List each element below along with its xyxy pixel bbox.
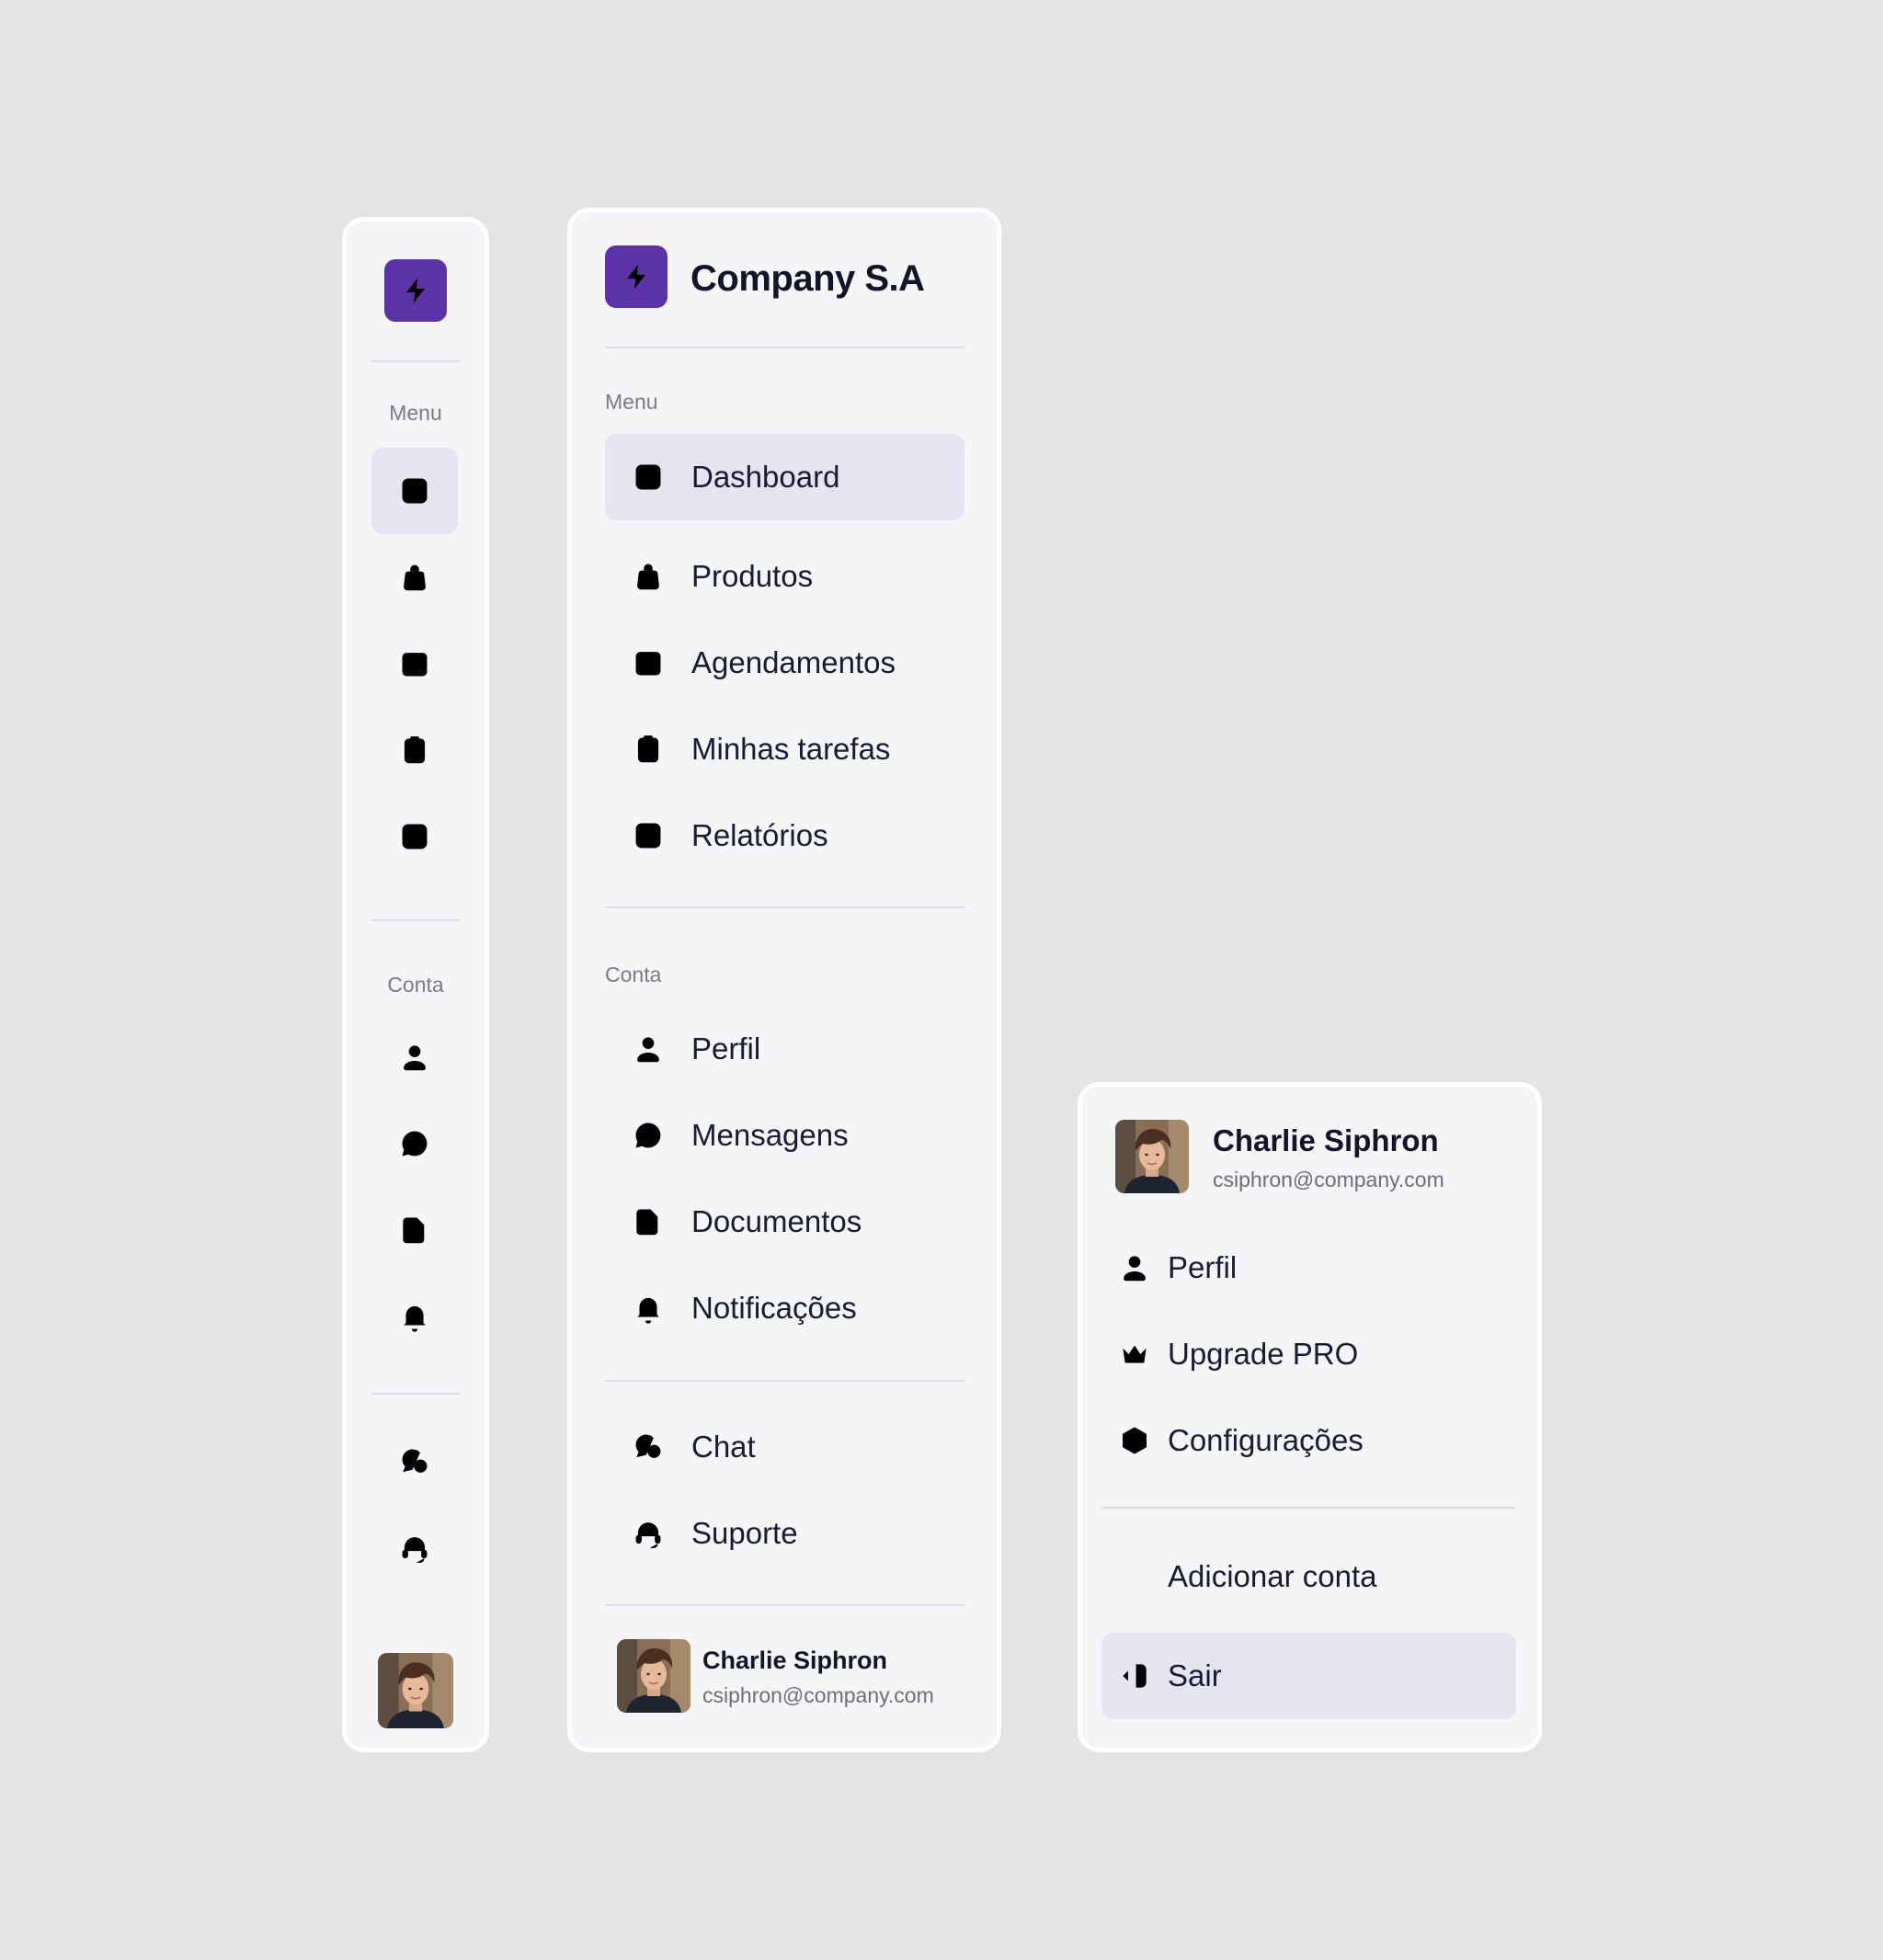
nav-item-documentos[interactable]: Documentos — [605, 1179, 964, 1265]
calendar-icon — [631, 645, 666, 680]
user-email: csiphron@company.com — [702, 1683, 934, 1707]
collapsed-nav-suporte[interactable] — [371, 1505, 458, 1591]
nav-item-agendamentos[interactable]: Agendamentos — [605, 620, 964, 706]
nav-item-label: Agendamentos — [691, 645, 896, 679]
collapsed-nav-notificacoes[interactable] — [371, 1273, 458, 1360]
expanded-sidebar: Company S.A Menu Dashboard Produtos Agen… — [567, 208, 1001, 1752]
document-icon — [631, 1204, 666, 1239]
user-email: csiphron@company.com — [1213, 1168, 1444, 1191]
collapsed-nav-produtos[interactable] — [371, 534, 458, 621]
bell-icon — [631, 1291, 666, 1326]
chart-icon — [631, 460, 666, 495]
user-name: Charlie Siphron — [702, 1647, 888, 1674]
collapsed-nav-documentos[interactable] — [371, 1187, 458, 1273]
divider — [605, 1604, 964, 1606]
avatar — [1115, 1120, 1189, 1193]
nav-item-mensagens[interactable]: Mensagens — [605, 1092, 964, 1179]
collapsed-nav-relatorios[interactable] — [371, 793, 458, 880]
menu-item-label: Configurações — [1168, 1423, 1364, 1457]
account-menu: Charlie Siphron csiphron@company.com Per… — [1078, 1082, 1542, 1752]
divider — [371, 1393, 460, 1395]
bell-icon — [397, 1299, 432, 1334]
settings-icon — [1117, 1423, 1152, 1458]
collapsed-nav-agendamentos[interactable] — [371, 621, 458, 707]
menu-item-label: Sair — [1168, 1658, 1222, 1692]
nav-item-label: Dashboard — [691, 460, 840, 494]
headset-icon — [397, 1531, 432, 1566]
section-label-menu: Menu — [389, 401, 442, 425]
divider — [605, 1380, 964, 1382]
nav-item-minhas-tarefas[interactable]: Minhas tarefas — [605, 706, 964, 792]
calendar-icon — [397, 646, 432, 681]
headset-icon — [631, 1516, 666, 1551]
lightning-bolt-icon — [400, 275, 431, 306]
user-icon — [1117, 1250, 1152, 1285]
nav-item-label: Mensagens — [691, 1118, 849, 1152]
menu-item-label: Perfil — [1168, 1250, 1238, 1284]
nav-item-label: Produtos — [691, 559, 814, 593]
nav-item-label: Suporte — [691, 1516, 798, 1550]
chat-icon — [397, 1444, 432, 1479]
user-icon — [631, 1031, 666, 1066]
divider — [605, 347, 964, 348]
brand-name: Company S.A — [690, 258, 925, 299]
brand-logo[interactable] — [384, 259, 447, 322]
nav-item-label: Relatórios — [691, 818, 828, 852]
report-chart-icon — [631, 818, 666, 853]
nav-item-chat[interactable]: Chat — [605, 1404, 964, 1490]
lightning-bolt-icon — [621, 261, 652, 292]
menu-item-label: Upgrade PRO — [1168, 1337, 1359, 1371]
menu-item-label: Adicionar conta — [1168, 1559, 1377, 1593]
divider — [1101, 1507, 1516, 1509]
bag-icon — [631, 559, 666, 594]
plus-icon — [1117, 1559, 1152, 1594]
chart-icon — [397, 473, 432, 508]
nav-item-notificacoes[interactable]: Notificações — [605, 1265, 964, 1351]
bag-icon — [397, 560, 432, 595]
crown-icon — [1117, 1337, 1152, 1372]
nav-item-suporte[interactable]: Suporte — [605, 1490, 964, 1577]
avatar — [617, 1639, 690, 1713]
message-icon — [631, 1118, 666, 1153]
report-chart-icon — [397, 819, 432, 854]
logout-icon — [1117, 1658, 1152, 1693]
nav-item-label: Chat — [691, 1430, 756, 1464]
user-name: Charlie Siphron — [1213, 1123, 1439, 1157]
user-card[interactable]: Charlie Siphron csiphron@company.com — [605, 1628, 964, 1720]
collapsed-nav-dashboard[interactable] — [371, 448, 458, 534]
menu-item-perfil[interactable]: Perfil — [1101, 1225, 1516, 1311]
clipboard-icon — [631, 732, 666, 767]
nav-item-label: Minhas tarefas — [691, 732, 891, 766]
divider — [371, 919, 460, 921]
collapsed-nav-mensagens[interactable] — [371, 1100, 458, 1187]
nav-item-dashboard[interactable]: Dashboard — [605, 434, 964, 520]
collapsed-nav-perfil[interactable] — [371, 1014, 458, 1100]
collapsed-nav-tarefas[interactable] — [371, 707, 458, 793]
nav-item-relatorios[interactable]: Relatórios — [605, 792, 964, 879]
document-icon — [397, 1213, 432, 1248]
nav-item-perfil[interactable]: Perfil — [605, 1006, 964, 1092]
message-icon — [397, 1126, 432, 1161]
collapsed-nav-chat[interactable] — [371, 1419, 458, 1505]
account-menu-header: Charlie Siphron csiphron@company.com — [1115, 1120, 1501, 1197]
section-label-conta: Conta — [387, 973, 444, 997]
menu-item-upgrade-pro[interactable]: Upgrade PRO — [1101, 1311, 1516, 1397]
section-label-conta: Conta — [605, 963, 662, 986]
user-icon — [397, 1040, 432, 1075]
nav-item-label: Notificações — [691, 1291, 857, 1325]
clipboard-icon — [397, 733, 432, 768]
logout-button[interactable]: Sair — [1101, 1633, 1516, 1719]
avatar[interactable] — [378, 1653, 453, 1728]
chat-icon — [631, 1430, 666, 1464]
section-label-menu: Menu — [605, 390, 658, 414]
collapsed-sidebar: Menu Conta — [342, 217, 489, 1752]
menu-item-configuracoes[interactable]: Configurações — [1101, 1397, 1516, 1484]
brand-logo[interactable] — [605, 245, 668, 308]
divider — [605, 906, 964, 908]
divider — [371, 360, 460, 362]
nav-item-label: Perfil — [691, 1031, 761, 1065]
nav-item-produtos[interactable]: Produtos — [605, 533, 964, 620]
nav-item-label: Documentos — [691, 1204, 862, 1238]
add-account-button[interactable]: Adicionar conta — [1101, 1533, 1516, 1620]
